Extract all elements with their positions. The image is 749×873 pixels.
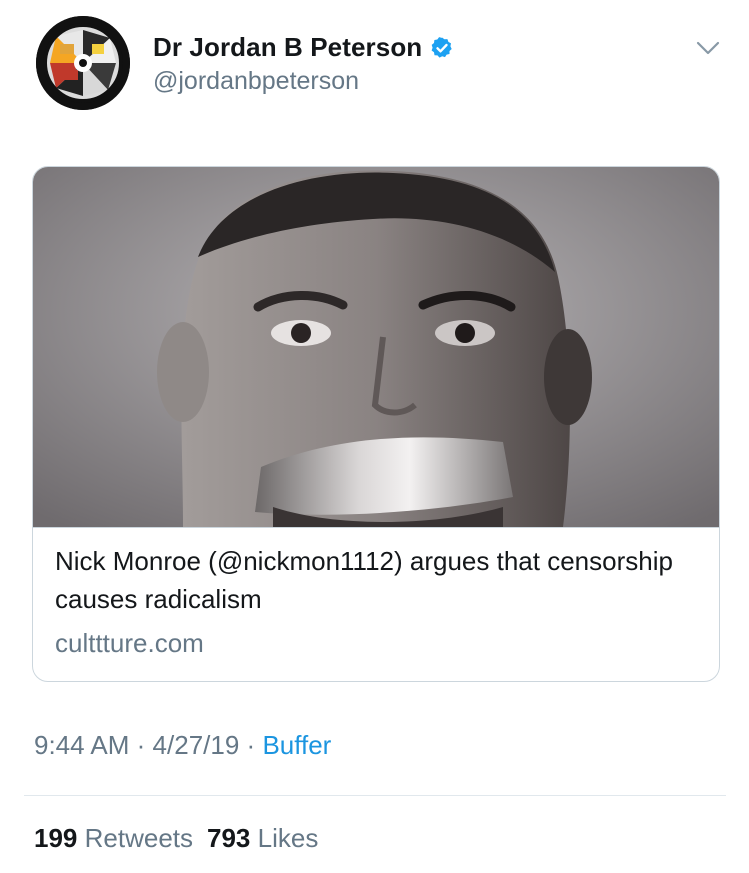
tweet-date[interactable]: 4/27/19 — [153, 730, 240, 760]
retweets-label: Retweets — [84, 823, 194, 853]
card-image[interactable] — [33, 167, 719, 527]
tweet-source-link[interactable]: Buffer — [262, 730, 331, 760]
author-block[interactable]: Dr Jordan B Peterson @jordanbpeterson — [153, 32, 454, 96]
avatar[interactable] — [36, 16, 130, 110]
author-name-row: Dr Jordan B Peterson — [153, 32, 454, 63]
likes-label: Likes — [257, 823, 319, 853]
card-domain[interactable]: culttture.com — [55, 628, 204, 659]
verified-badge-icon — [430, 36, 454, 60]
tweet-meta: 9:44 AM · 4/27/19 · Buffer — [34, 730, 331, 761]
likes-stat[interactable]: 793 Likes — [207, 823, 318, 853]
tweet-time[interactable]: 9:44 AM — [34, 730, 129, 760]
link-card[interactable]: Nick Monroe (@nickmon1112) argues that c… — [32, 166, 720, 682]
meta-separator: · — [136, 730, 146, 760]
author-handle[interactable]: @jordanbpeterson — [153, 67, 454, 96]
meta-separator: · — [246, 730, 256, 760]
card-body[interactable]: Nick Monroe (@nickmon1112) argues that c… — [33, 527, 719, 681]
retweets-count: 199 — [34, 823, 78, 853]
retweets-stat[interactable]: 199 Retweets — [34, 823, 193, 853]
likes-count: 793 — [207, 823, 251, 853]
tweet-header: Dr Jordan B Peterson @jordanbpeterson — [36, 16, 729, 112]
chevron-down-icon[interactable] — [695, 38, 721, 58]
card-title[interactable]: Nick Monroe (@nickmon1112) argues that c… — [55, 542, 695, 618]
author-name[interactable]: Dr Jordan B Peterson — [153, 32, 422, 63]
divider — [24, 795, 726, 796]
tweet-stats: 199 Retweets 793 Likes — [34, 823, 318, 854]
